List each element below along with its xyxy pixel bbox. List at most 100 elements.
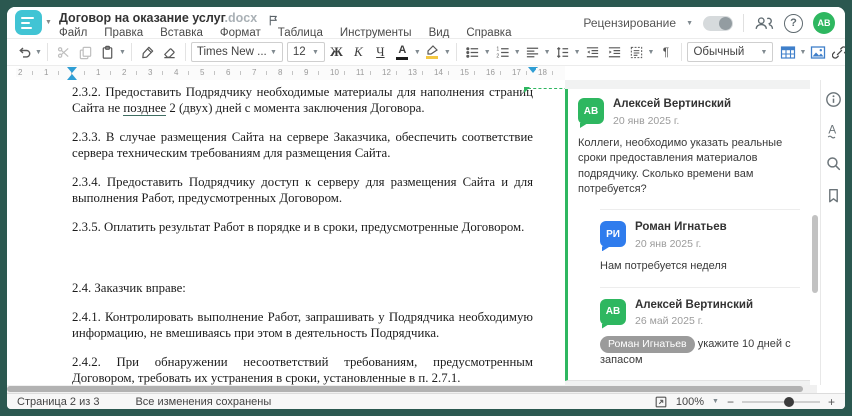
scrollbar-thumb[interactable] [7,386,803,392]
font-family-value: Times New ... [196,46,267,58]
document-page[interactable]: 2.3.2. Предоставить Подрядчику необходим… [20,80,565,385]
collaboration-users-button[interactable] [754,14,774,32]
paste-caret-icon[interactable]: ▼ [119,49,126,56]
zoom-out-button[interactable]: − [727,395,734,409]
comment-reply[interactable]: РИ Роман Игнатьев 20 янв 2025 г. Нам пот… [600,209,800,274]
toggle-knob [719,16,732,30]
page-indicator[interactable]: Страница 2 из 3 [17,396,99,408]
decrease-indent-icon [586,46,598,57]
paragraph: 2.4. Заказчик вправе: [72,281,186,295]
clear-style-button[interactable] [159,41,180,63]
increase-indent-button[interactable] [604,41,625,63]
zoom-value[interactable]: 100% [676,396,704,408]
decrease-indent-button[interactable] [582,41,603,63]
paragraph-style-value: Обычный [693,46,745,58]
bold-label: Ж [329,44,343,59]
highlight-caret-icon[interactable]: ▼ [444,49,451,56]
comment-thread[interactable]: АВ Алексей Вертинский 20 янв 2025 г. Кол… [565,89,810,382]
fit-width-icon [655,396,667,407]
bookmarks-button[interactable] [822,184,844,206]
font-color-icon: А [396,44,409,60]
undo-button[interactable] [13,41,34,63]
titlebar: ▼ Договор на оказание услуг.docx Файл Пр… [7,7,845,39]
comment-avatar: АВ [578,98,604,124]
comment-text: Нам потребуется неделя [600,260,727,273]
insert-table-button[interactable] [777,41,798,63]
comment-avatar: РИ [600,221,626,248]
underline-button[interactable]: Ч [370,41,391,63]
align-button[interactable] [522,41,543,63]
app-frame: ▼ Договор на оказание услуг.docx Файл Пр… [0,0,852,416]
paragraph-style-select[interactable]: Обычный ▼ [687,42,774,62]
document-title-text: Договор на оказание услуг [59,11,225,25]
line-spacing-caret-icon[interactable]: ▼ [574,49,581,56]
mention-badge[interactable]: Роман Игнатьев [600,336,695,354]
app-logo-icon[interactable] [15,10,42,35]
horizontal-scrollbar[interactable] [7,385,817,393]
bullet-list-caret-icon[interactable]: ▼ [484,49,491,56]
zoom-slider-knob[interactable] [783,396,794,407]
numbered-list-button[interactable]: 12 [492,41,513,63]
italic-button[interactable]: К [348,41,369,63]
vertical-scrollbar[interactable] [810,80,820,385]
bold-button[interactable]: Ж [326,41,347,63]
editor-window: ▼ Договор на оказание услуг.docx Файл Пр… [7,7,845,409]
insert-image-button[interactable] [807,41,828,63]
italic-label: К [354,44,363,59]
document-info-button[interactable] [822,88,844,110]
search-button[interactable] [822,152,844,174]
scrollbar-thumb[interactable] [812,215,818,293]
comment-date: 20 янв 2025 г. [613,114,680,127]
fit-width-button[interactable] [654,395,668,409]
comment-anchor-line [528,88,565,89]
show-marks-button[interactable]: ¶ [655,41,676,63]
font-color-caret-icon[interactable]: ▼ [414,49,421,56]
bullet-list-button[interactable] [462,41,483,63]
paragraph-settings-caret-icon[interactable]: ▼ [648,49,655,56]
brush-icon [142,46,154,58]
paragraph-settings-button[interactable] [626,41,647,63]
line-spacing-button[interactable] [552,41,573,63]
table-icon [780,45,796,59]
font-size-value: 12 [292,46,306,58]
zoom-in-button[interactable]: + [828,395,835,409]
first-line-indent-marker[interactable] [67,67,77,73]
document-title: Договор на оказание услуг.docx [59,11,278,26]
undo-caret-icon[interactable]: ▼ [35,49,42,56]
zoom-slider[interactable] [741,396,820,407]
insert-link-button[interactable] [829,41,845,63]
zoom-caret-icon[interactable]: ▼ [712,398,719,405]
insert-table-caret-icon[interactable]: ▼ [799,49,806,56]
bookmark-icon [828,188,838,202]
highlighter-icon [426,45,439,59]
commented-text[interactable]: позднее [123,101,167,116]
review-toggle[interactable] [703,15,733,31]
spellcheck-button[interactable]: А [822,120,844,142]
format-painter-button[interactable] [137,41,158,63]
user-avatar[interactable]: АВ [813,12,835,34]
font-family-select[interactable]: Times New ... ▼ [190,42,283,62]
review-mode-button[interactable]: Рецензирование [583,16,676,30]
highlight-button[interactable] [422,41,443,63]
font-size-select[interactable]: 12 ▼ [286,42,325,62]
paragraph: 2.3.2. Предоставить Подрядчику необходим… [72,85,533,116]
paste-button[interactable] [97,41,118,63]
paragraph: 2.4.1. Контролировать выполнение Работ, … [72,310,533,340]
flag-icon[interactable] [267,14,280,27]
comments-panel: АВ Алексей Вертинский 20 янв 2025 г. Кол… [565,80,810,385]
comment-date: 20 янв 2025 г. [635,238,702,251]
paragraph-style-caret-icon: ▼ [760,48,768,56]
review-caret-icon[interactable]: ▼ [686,20,693,27]
eraser-icon [163,47,175,58]
cut-button[interactable] [53,41,74,63]
comment-reply[interactable]: АВ Алексей Вертинский 26 май 2025 г. Ром… [600,286,800,369]
font-color-button[interactable]: А [392,41,413,63]
copy-button[interactable] [75,41,96,63]
help-button[interactable]: ? [784,13,803,33]
logo-menu-caret-icon[interactable]: ▼ [45,19,52,26]
undo-icon [18,47,30,58]
paste-icon [102,45,113,59]
align-caret-icon[interactable]: ▼ [544,49,551,56]
horizontal-ruler[interactable]: 1 2 1 2 3 4 5 6 7 8 9 10 11 12 13 14 15 16 17 18 [16,66,565,80]
numbered-list-caret-icon[interactable]: ▼ [514,49,521,56]
